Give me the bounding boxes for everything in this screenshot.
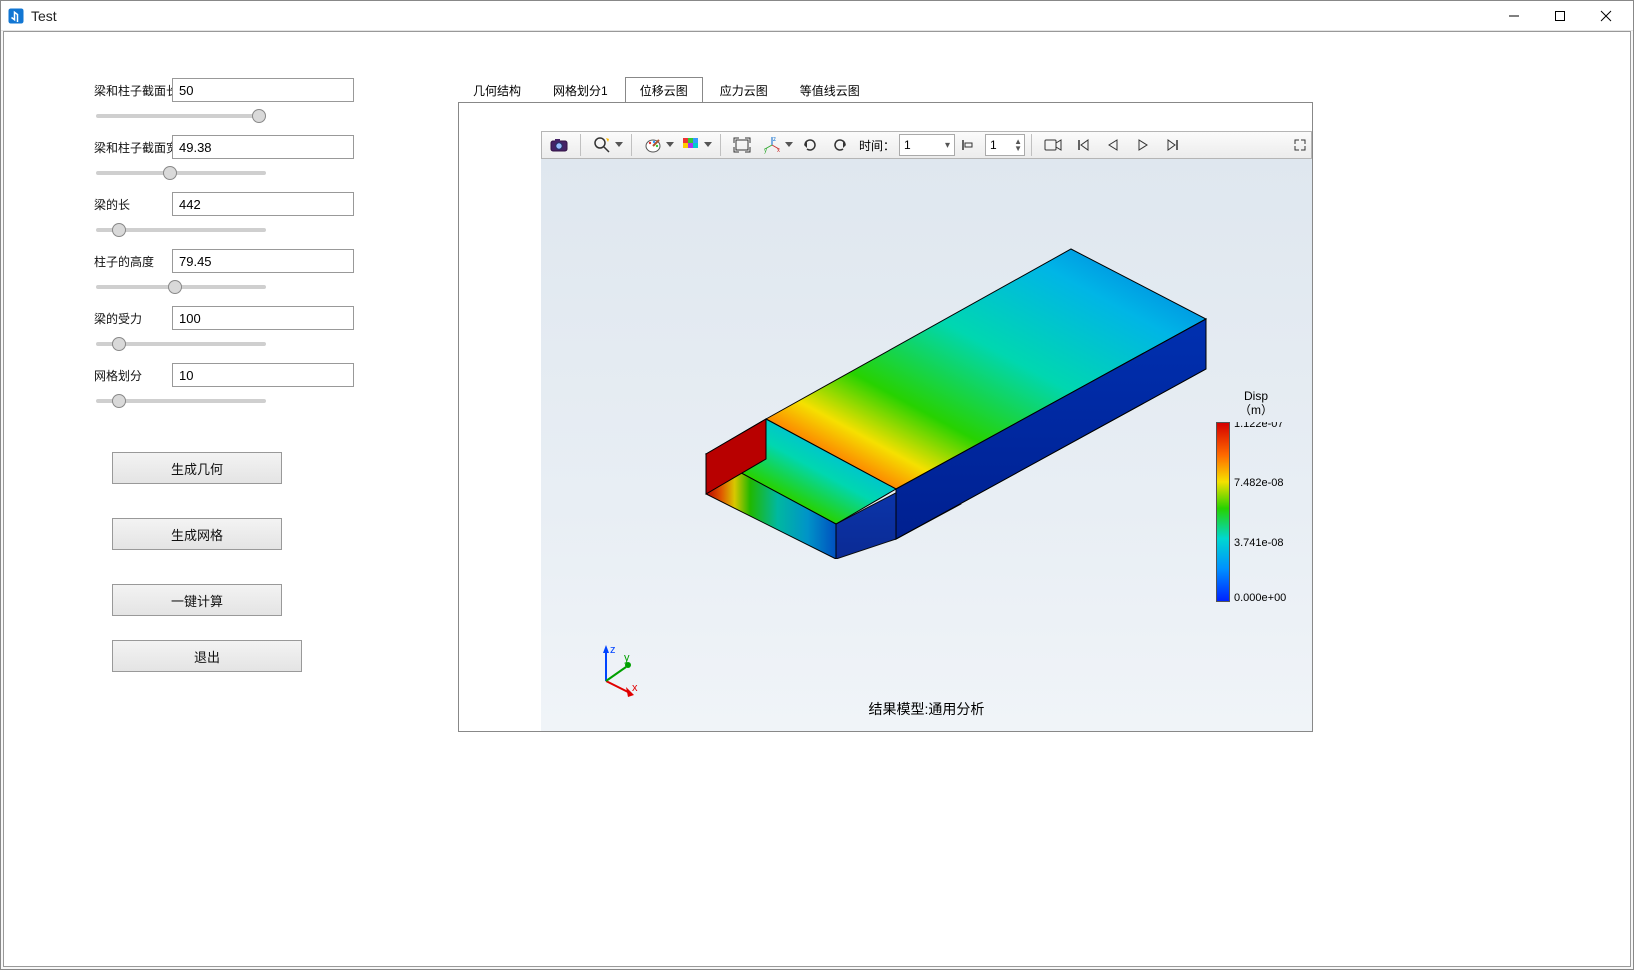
tab-stress[interactable]: 应力云图 bbox=[705, 77, 783, 103]
param-slider-section-width[interactable] bbox=[96, 171, 266, 175]
svg-text:z: z bbox=[610, 644, 616, 656]
param-label-section-len: 梁和柱子截面长 bbox=[94, 82, 172, 99]
title-bar: Test bbox=[1, 1, 1633, 31]
param-label-beam-len: 梁的长 bbox=[94, 196, 172, 213]
time-combo-value: 1 bbox=[904, 138, 911, 152]
zoom-icon[interactable] bbox=[588, 133, 616, 157]
legend-title: Disp bbox=[1244, 389, 1268, 403]
viewer-footer-label: 结果模型:通用分析 bbox=[541, 699, 1312, 719]
close-button[interactable] bbox=[1583, 2, 1629, 30]
expand-icon[interactable] bbox=[1292, 133, 1308, 157]
play-icon[interactable] bbox=[1129, 133, 1157, 157]
colormap-dropdown-icon[interactable] bbox=[704, 142, 712, 148]
skip-start-icon[interactable] bbox=[1069, 133, 1097, 157]
viewer-toolbar: zx y 时间： 1 ▾ 1 ▲▼ bbox=[541, 131, 1312, 159]
frame-end-icon[interactable] bbox=[956, 133, 978, 157]
param-input-section-len[interactable] bbox=[172, 78, 354, 102]
viewer-panel: zxy 时间： 1 ▾ 1 ▲▼ bbox=[458, 102, 1313, 732]
tab-geometry[interactable]: 几何结构 bbox=[458, 77, 536, 103]
time-label: 时间： bbox=[859, 137, 895, 154]
param-slider-col-height[interactable] bbox=[96, 285, 266, 289]
svg-text:z: z bbox=[773, 137, 776, 143]
legend-unit: （m） bbox=[1239, 403, 1273, 417]
frame-spin[interactable]: 1 ▲▼ bbox=[985, 134, 1025, 156]
svg-text:y: y bbox=[624, 652, 630, 664]
legend-tick-2: 7.482e-08 bbox=[1234, 477, 1284, 489]
param-input-mesh-div[interactable] bbox=[172, 363, 354, 387]
param-input-section-width[interactable] bbox=[172, 135, 354, 159]
tab-mesh[interactable]: 网格划分1 bbox=[538, 77, 623, 103]
param-label-col-height: 柱子的高度 bbox=[94, 253, 172, 270]
snapshot-icon[interactable] bbox=[545, 133, 573, 157]
generate-mesh-button[interactable]: 生成网格 bbox=[112, 518, 282, 550]
time-combo[interactable]: 1 ▾ bbox=[899, 134, 955, 156]
zoom-dropdown-icon[interactable] bbox=[615, 142, 623, 148]
legend-tick-min: 0.000e+00 bbox=[1234, 592, 1286, 602]
param-label-section-width: 梁和柱子截面宽 bbox=[94, 139, 172, 156]
axisview-dropdown-icon[interactable] bbox=[785, 142, 793, 148]
param-slider-mesh-div[interactable] bbox=[96, 399, 266, 403]
param-input-col-height[interactable] bbox=[172, 249, 354, 273]
param-slider-section-len[interactable] bbox=[96, 114, 266, 118]
frame-spin-value: 1 bbox=[990, 138, 997, 152]
axis-triad-icon: z x y bbox=[586, 641, 646, 701]
tab-contour[interactable]: 等值线云图 bbox=[785, 77, 875, 103]
tab-displacement[interactable]: 位移云图 bbox=[625, 77, 703, 103]
color-legend: Disp （m） 1.122e-07 7.482e-08 3.741e-08 0… bbox=[1216, 389, 1296, 602]
param-label-beam-force: 梁的受力 bbox=[94, 310, 172, 327]
rotate-cw-icon[interactable] bbox=[796, 133, 824, 157]
svg-text:y: y bbox=[764, 148, 767, 154]
window-title: Test bbox=[31, 8, 57, 24]
viewer-canvas[interactable]: z x y Disp （m） bbox=[541, 159, 1312, 731]
param-slider-beam-force[interactable] bbox=[96, 342, 266, 346]
exit-button[interactable]: 退出 bbox=[112, 640, 302, 672]
play-reverse-icon[interactable] bbox=[1099, 133, 1127, 157]
palette-dropdown-icon[interactable] bbox=[666, 142, 674, 148]
fit-view-icon[interactable] bbox=[728, 133, 756, 157]
param-slider-beam-len[interactable] bbox=[96, 228, 266, 232]
param-input-beam-force[interactable] bbox=[172, 306, 354, 330]
model-3d bbox=[651, 229, 1231, 559]
compute-button[interactable]: 一键计算 bbox=[112, 584, 282, 616]
maximize-button[interactable] bbox=[1537, 2, 1583, 30]
axis-view-icon[interactable]: zx y bbox=[758, 133, 786, 157]
generate-geometry-button[interactable]: 生成几何 bbox=[112, 452, 282, 484]
minimize-button[interactable] bbox=[1491, 2, 1537, 30]
param-label-mesh-div: 网格划分 bbox=[94, 367, 172, 384]
record-icon[interactable] bbox=[1039, 133, 1067, 157]
rotate-ccw-icon[interactable] bbox=[826, 133, 854, 157]
legend-tick-1: 3.741e-08 bbox=[1234, 537, 1284, 549]
svg-text:x: x bbox=[777, 148, 780, 154]
legend-tick-max: 1.122e-07 bbox=[1234, 422, 1284, 430]
skip-end-icon[interactable] bbox=[1159, 133, 1187, 157]
tabs-bar: 几何结构 网格划分1 位移云图 应力云图 等值线云图 bbox=[458, 76, 877, 102]
app-icon bbox=[7, 7, 25, 25]
param-input-beam-len[interactable] bbox=[172, 192, 354, 216]
svg-text:x: x bbox=[632, 682, 638, 694]
colormap-icon[interactable] bbox=[677, 133, 705, 157]
palette-icon[interactable] bbox=[639, 133, 667, 157]
